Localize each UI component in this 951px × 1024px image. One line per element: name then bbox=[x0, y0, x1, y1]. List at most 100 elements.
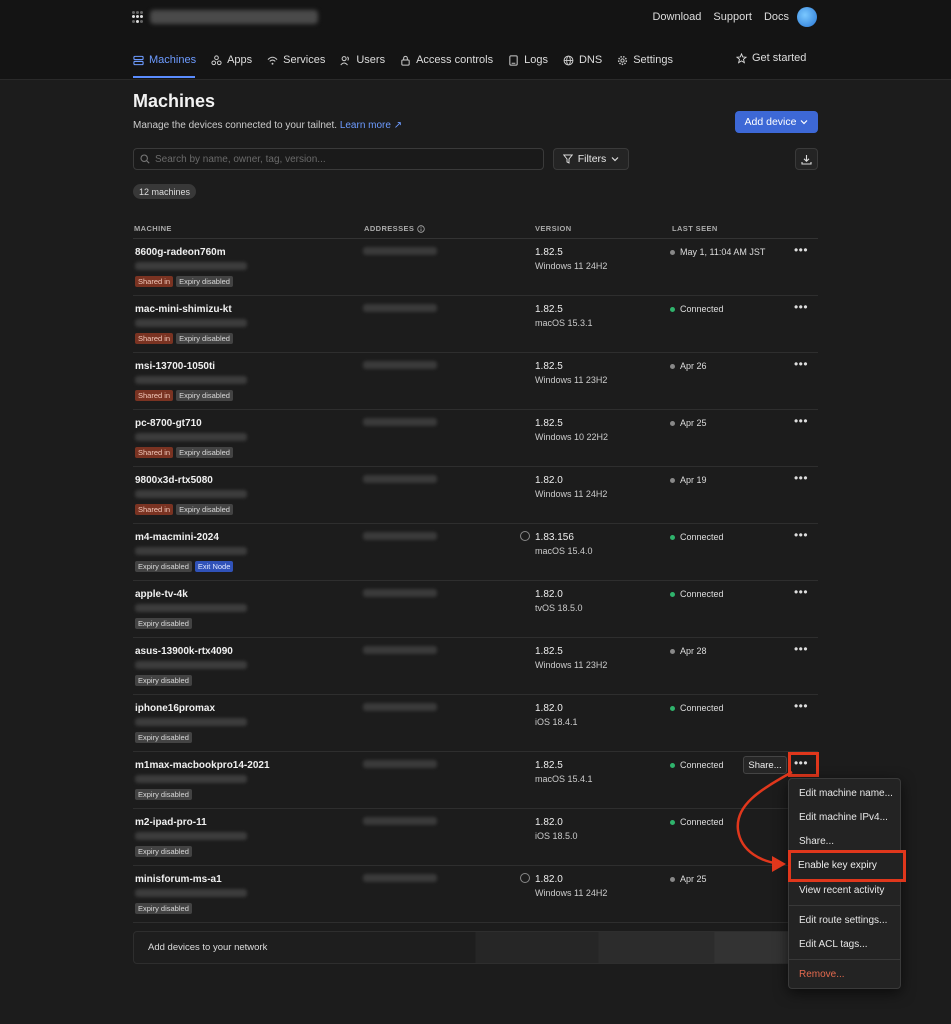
machine-address-redacted[interactable] bbox=[363, 418, 437, 426]
machine-address-redacted[interactable] bbox=[363, 646, 437, 654]
share-button[interactable]: Share... bbox=[743, 756, 787, 774]
status-badge: Expiry disabled bbox=[176, 390, 233, 401]
table-row[interactable]: 8600g-radeon760m Shared in Expiry disabled… bbox=[133, 239, 818, 296]
machine-address-redacted[interactable] bbox=[363, 874, 437, 882]
machine-name[interactable]: pc-8700-gt710 bbox=[135, 418, 202, 429]
update-available-icon[interactable] bbox=[520, 873, 530, 883]
top-bar: Download Support Docs Machines Apps Serv… bbox=[0, 0, 951, 80]
machine-count-badge: 12 machines bbox=[133, 184, 197, 199]
table-row[interactable]: iphone16promax Expiry disabled 1.82.0 iOS 1… bbox=[133, 695, 818, 752]
table-row[interactable]: m2-ipad-pro-11 Expiry disabled 1.82.0 iOS 1… bbox=[133, 809, 818, 866]
search-bar[interactable] bbox=[133, 148, 544, 170]
menu-item-route-settings[interactable]: Edit route settings... bbox=[799, 915, 887, 926]
menu-item-view-activity[interactable]: View recent activity bbox=[799, 885, 884, 896]
table-row[interactable]: mac-mini-shimizu-kt Shared in Expiry disab… bbox=[133, 296, 818, 353]
menu-item-edit-ipv4[interactable]: Edit machine IPv4... bbox=[799, 812, 888, 823]
status-badge: Expiry disabled bbox=[135, 846, 192, 857]
table-row[interactable]: pc-8700-gt710 Shared in Expiry disabled 1.8… bbox=[133, 410, 818, 467]
menu-item-acl-tags[interactable]: Edit ACL tags... bbox=[799, 939, 868, 950]
tab-dns[interactable]: DNS bbox=[563, 52, 602, 68]
tab-apps[interactable]: Apps bbox=[211, 52, 252, 68]
tab-logs[interactable]: Logs bbox=[508, 52, 548, 68]
learn-more-link[interactable]: Learn more ↗ bbox=[340, 120, 402, 131]
machine-owner-redacted bbox=[135, 376, 247, 384]
table-row[interactable]: 9800x3d-rtx5080 Shared in Expiry disabled 1… bbox=[133, 467, 818, 524]
more-options-icon[interactable]: ••• bbox=[793, 700, 809, 713]
machine-address-redacted[interactable] bbox=[363, 532, 437, 540]
machine-address-redacted[interactable] bbox=[363, 304, 437, 312]
column-header-machine[interactable]: MACHINE bbox=[134, 224, 172, 233]
status-badge: Expiry disabled bbox=[176, 333, 233, 344]
add-device-button[interactable]: Add device bbox=[735, 111, 818, 133]
more-options-icon[interactable]: ••• bbox=[793, 244, 809, 257]
machine-badges: Expiry disabled bbox=[135, 732, 192, 743]
tailscale-logo-icon[interactable] bbox=[132, 11, 144, 23]
machine-version: 1.82.5 bbox=[535, 760, 563, 771]
add-devices-banner[interactable]: Add devices to your network bbox=[133, 931, 818, 964]
info-icon[interactable] bbox=[417, 224, 425, 233]
machine-name[interactable]: asus-13900k-rtx4090 bbox=[135, 646, 233, 657]
more-options-icon[interactable]: ••• bbox=[793, 643, 809, 656]
search-input[interactable] bbox=[155, 153, 535, 165]
machine-name[interactable]: 9800x3d-rtx5080 bbox=[135, 475, 213, 486]
table-row[interactable]: m1max-macbookpro14-2021 Expiry disabled 1.… bbox=[133, 752, 819, 809]
menu-item-enable-key-expiry[interactable]: Enable key expiry bbox=[788, 850, 906, 882]
menu-item-edit-name[interactable]: Edit machine name... bbox=[799, 788, 893, 799]
download-link[interactable]: Download bbox=[652, 11, 701, 23]
machine-address-redacted[interactable] bbox=[363, 817, 437, 825]
status-badge: Shared in bbox=[135, 390, 174, 401]
machine-name[interactable]: apple-tv-4k bbox=[135, 589, 188, 600]
last-seen-text: Apr 25 bbox=[680, 418, 707, 428]
tab-settings[interactable]: Settings bbox=[617, 52, 673, 68]
machine-os: Windows 11 24H2 bbox=[535, 888, 608, 898]
more-options-icon[interactable]: ••• bbox=[793, 358, 809, 371]
machine-name[interactable]: m4-macmini-2024 bbox=[135, 532, 219, 543]
machine-address-redacted[interactable] bbox=[363, 475, 437, 483]
machine-name[interactable]: 8600g-radeon760m bbox=[135, 247, 226, 258]
machine-address-redacted[interactable] bbox=[363, 247, 437, 255]
machine-name[interactable]: minisforum-ms-a1 bbox=[135, 874, 222, 885]
column-header-addresses[interactable]: ADDRESSES bbox=[364, 224, 425, 233]
machine-address-redacted[interactable] bbox=[363, 589, 437, 597]
update-available-icon[interactable] bbox=[520, 531, 530, 541]
table-row[interactable]: m4-macmini-2024 Expiry disabled Exit Node 1… bbox=[133, 524, 818, 581]
table-row[interactable]: msi-13700-1050ti Shared in Expiry disabled… bbox=[133, 353, 818, 410]
avatar[interactable] bbox=[797, 7, 817, 27]
tab-machines[interactable]: Machines bbox=[133, 52, 196, 68]
last-seen-text: Apr 25 bbox=[680, 874, 707, 884]
get-started-button[interactable]: Get started bbox=[736, 52, 806, 64]
more-options-icon[interactable]: ••• bbox=[793, 301, 809, 314]
column-header-version[interactable]: VERSION bbox=[535, 224, 572, 233]
more-options-icon[interactable]: ••• bbox=[793, 472, 809, 485]
machine-address-redacted[interactable] bbox=[363, 703, 437, 711]
machine-name[interactable]: iphone16promax bbox=[135, 703, 215, 714]
page-title: Machines bbox=[133, 91, 216, 111]
machine-name[interactable]: mac-mini-shimizu-kt bbox=[135, 304, 232, 315]
machine-version: 1.82.0 bbox=[535, 703, 563, 714]
machines-icon bbox=[133, 55, 144, 65]
more-options-icon[interactable]: ••• bbox=[793, 529, 809, 542]
filters-button[interactable]: Filters bbox=[553, 148, 629, 170]
table-row[interactable]: asus-13900k-rtx4090 Expiry disabled 1.82.5… bbox=[133, 638, 818, 695]
machine-name[interactable]: m1max-macbookpro14-2021 bbox=[135, 760, 270, 771]
export-button[interactable] bbox=[795, 148, 818, 170]
machine-name[interactable]: m2-ipad-pro-11 bbox=[135, 817, 207, 828]
machine-address-redacted[interactable] bbox=[363, 760, 437, 768]
column-header-last-seen[interactable]: LAST SEEN bbox=[672, 224, 718, 233]
menu-item-remove[interactable]: Remove... bbox=[799, 969, 845, 980]
machine-version: 1.82.0 bbox=[535, 817, 563, 828]
machine-os: macOS 15.3.1 bbox=[535, 318, 593, 328]
table-row[interactable]: minisforum-ms-a1 Expiry disabled 1.82.0 Win… bbox=[133, 866, 818, 923]
more-options-icon[interactable]: ••• bbox=[793, 586, 809, 599]
users-icon bbox=[340, 55, 350, 65]
table-row[interactable]: apple-tv-4k Expiry disabled 1.82.0 tvOS 18.… bbox=[133, 581, 818, 638]
docs-link[interactable]: Docs bbox=[764, 11, 789, 23]
tab-access-controls[interactable]: Access controls bbox=[400, 52, 493, 68]
machine-name[interactable]: msi-13700-1050ti bbox=[135, 361, 215, 372]
machine-address-redacted[interactable] bbox=[363, 361, 437, 369]
menu-item-share[interactable]: Share... bbox=[799, 836, 834, 847]
more-options-icon[interactable]: ••• bbox=[793, 415, 809, 428]
tab-services[interactable]: Services bbox=[267, 52, 325, 68]
support-link[interactable]: Support bbox=[713, 11, 752, 23]
tab-users[interactable]: Users bbox=[340, 52, 385, 68]
